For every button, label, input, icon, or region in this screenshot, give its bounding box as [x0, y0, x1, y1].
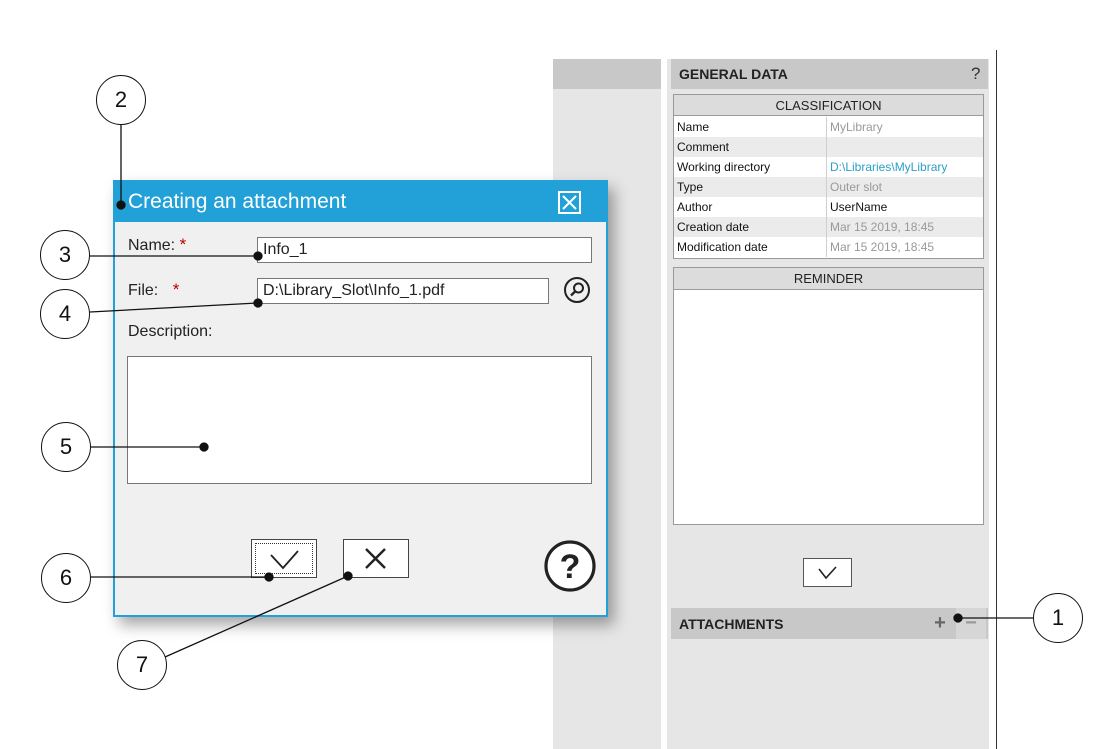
callout-3: 3: [40, 230, 90, 280]
callout-5: 5: [41, 422, 91, 472]
callout-4: 4: [40, 289, 90, 339]
callout-7: 7: [117, 640, 167, 690]
callout-6: 6: [41, 553, 91, 603]
callout-1: 1: [1033, 593, 1083, 643]
callout-2: 2: [96, 75, 146, 125]
callout-leader-lines: [89, 124, 1033, 658]
